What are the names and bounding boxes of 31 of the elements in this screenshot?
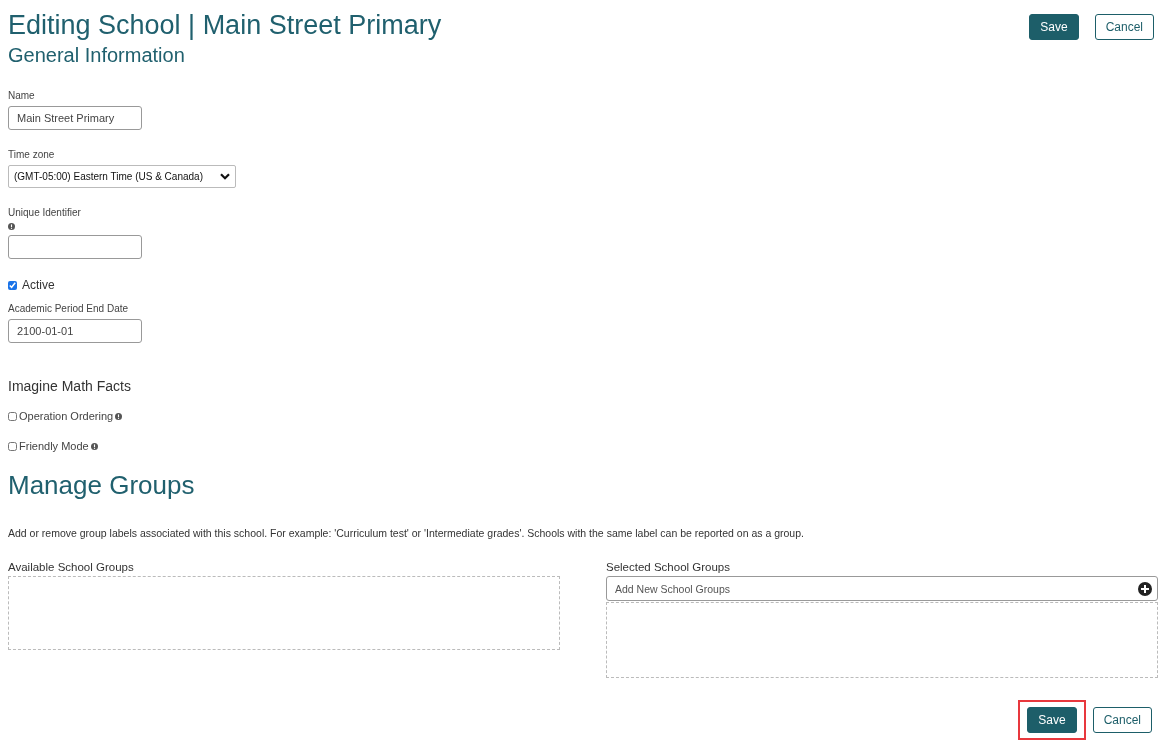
section-heading: General Information	[8, 43, 186, 68]
timezone-select[interactable]: (GMT-05:00) Eastern Time (US & Canada)	[8, 165, 236, 188]
chevron-down-icon	[220, 173, 230, 180]
input-field[interactable]	[8, 235, 142, 259]
section-heading: Imagine Math Facts	[8, 378, 132, 394]
cancel-button[interactable]: Cancel	[1094, 14, 1154, 40]
cancel-button[interactable]: Cancel	[1092, 707, 1152, 733]
list-label: Available School Groups	[8, 561, 135, 573]
info-icon[interactable]	[8, 223, 15, 230]
save-button[interactable]: Save	[1027, 707, 1077, 733]
field-label: Name	[8, 90, 36, 101]
info-icon[interactable]	[115, 412, 123, 420]
checkbox-label: Friendly Mode	[19, 440, 89, 452]
page-title: Editing School | Main Street Primary	[8, 9, 442, 42]
checkbox[interactable]	[8, 411, 17, 421]
section-heading: Manage Groups	[8, 470, 196, 501]
list-label: Selected School Groups	[606, 561, 732, 573]
plus-icon[interactable]	[1138, 581, 1152, 596]
field-label: Academic Period End Date	[8, 303, 130, 314]
checkbox-label: Operation Ordering	[19, 410, 114, 422]
add-group-field[interactable]: Add New School Groups	[606, 576, 1158, 601]
description-text: Add or remove group labels associated with this school. For example: 'Curriculum test' or 'Intermediate grades'. Schools with the same label can be reported on as a group.	[8, 527, 805, 539]
save-button[interactable]: Save	[1029, 14, 1079, 40]
field-label: Unique Identifier	[8, 207, 82, 218]
checkbox[interactable]	[8, 280, 17, 290]
input-field[interactable]: 2100-01-01	[8, 319, 142, 343]
checkbox[interactable]	[8, 441, 17, 451]
field-label: Time zone	[8, 149, 56, 160]
input-field[interactable]: Main Street Primary	[8, 106, 142, 130]
checkbox-label: Active	[22, 278, 55, 292]
info-icon[interactable]	[90, 442, 98, 450]
